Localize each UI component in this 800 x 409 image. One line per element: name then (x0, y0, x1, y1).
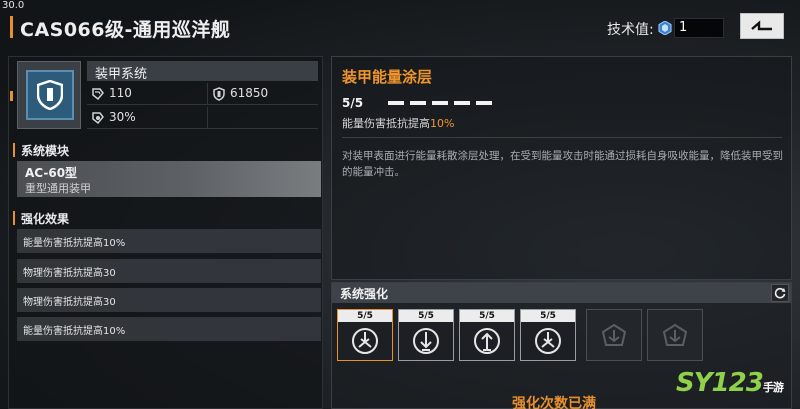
section-accent (13, 211, 15, 225)
tech-crystal-icon (658, 21, 672, 35)
enhance-slot-6-locked[interactable] (647, 309, 703, 361)
locked-emblem-icon (601, 323, 627, 346)
slot-level: 5/5 (521, 310, 575, 322)
watermark-small-text: 手游 (762, 381, 784, 394)
upgrade-effect: 能量伤害抵抗提高10% (342, 115, 454, 131)
enhance-header: 系统强化 (332, 283, 791, 303)
tech-value-field: 1 (674, 18, 724, 38)
level-pip (454, 101, 470, 105)
level-pip (476, 101, 492, 105)
system-icon-frame[interactable] (17, 61, 81, 129)
tech-value-label: 技术值: (607, 22, 654, 38)
back-button[interactable] (740, 13, 784, 39)
slot-level: 5/5 (399, 310, 453, 322)
effect-item: 能量伤害抵抗提高10% (17, 317, 321, 341)
section-accent (13, 143, 15, 157)
effect-item: 物理伤害抵抗提高30 (17, 288, 321, 312)
divider (342, 137, 782, 138)
level-pip (388, 101, 404, 105)
module-section-title: 系统模块 (21, 144, 70, 158)
enhance-maxed-text: 强化次数已满 (512, 396, 596, 409)
refresh-button[interactable] (771, 284, 789, 302)
enhance-slot-1[interactable]: 5/5 (337, 309, 393, 361)
locked-emblem-icon (662, 323, 688, 346)
enhance-slot-2[interactable]: 5/5 (398, 309, 454, 361)
upgrade-detail-panel: 装甲能量涂层 5/5 能量伤害抵抗提高10% 对装甲表面进行能量耗散涂层处理，在… (331, 56, 792, 280)
stat-row-1: 110 61850 (87, 83, 318, 106)
energy-burst-icon (352, 328, 378, 354)
energy-burst-icon (535, 328, 561, 354)
effect-item: 物理伤害抵抗提高30 (17, 259, 321, 283)
upgrade-effect-value: 10% (430, 117, 455, 130)
effects-section-title: 强化效果 (21, 212, 70, 226)
stat-armor-value: 110 (109, 86, 132, 100)
header: CAS066级-通用巡洋舰 技术值: 1 (0, 10, 800, 46)
module-name: AC-60型 (25, 166, 78, 180)
armor-stat-icon (92, 88, 104, 101)
enhance-slot-4[interactable]: 5/5 (520, 309, 576, 361)
slot-level: 5/5 (460, 310, 514, 322)
stat-resist-value: 30% (109, 110, 136, 124)
effect-text: 物理伤害抵抗提高30 (23, 297, 116, 308)
effect-text: 物理伤害抵抗提高30 (23, 268, 116, 279)
armor-system-icon (26, 70, 74, 120)
watermark-text: SY123 (676, 368, 764, 398)
upgrade-level: 5/5 (342, 96, 364, 110)
effect-text: 能量伤害抵抗提高10% (23, 326, 126, 337)
module-subtitle: 重型通用装甲 (25, 182, 91, 195)
effect-text: 能量伤害抵抗提高10% (23, 238, 126, 249)
stat-row-2: 30% (87, 107, 318, 130)
system-info-panel: 装甲系统 110 61850 30% 系统模块 AC-60型 重型通用装甲 强化… (8, 56, 323, 409)
module-card[interactable]: AC-60型 重型通用装甲 (17, 161, 321, 197)
effects-section-header: 强化效果 (13, 209, 319, 227)
enhance-slot-3[interactable]: 5/5 (459, 309, 515, 361)
upgrade-title: 装甲能量涂层 (342, 68, 433, 86)
system-name: 装甲系统 (95, 67, 148, 82)
system-name-row: 装甲系统 (87, 61, 318, 82)
level-pip (410, 101, 426, 105)
enhance-title: 系统强化 (340, 287, 389, 301)
stat-shield: 61850 (208, 83, 318, 105)
level-pip (432, 101, 448, 105)
upgrade-description: 对装甲表面进行能量耗散涂层处理，在受到能量攻击时能通过损耗自身吸收能量，降低装甲… (342, 150, 783, 178)
refresh-icon (774, 287, 786, 299)
stat-shield-value: 61850 (230, 86, 269, 100)
arrow-down-icon (413, 328, 439, 354)
stat-armor: 110 (87, 83, 207, 105)
shield-stat-icon (213, 87, 225, 101)
title-accent-bar (10, 16, 13, 38)
stat-resist: 30% (87, 107, 207, 129)
selected-indicator (10, 91, 13, 101)
enhance-slot-5-locked[interactable] (586, 309, 642, 361)
stat-empty (208, 107, 318, 129)
resist-stat-icon (92, 112, 104, 125)
slot-level: 5/5 (338, 310, 392, 322)
upgrade-effect-prefix: 能量伤害抵抗提高 (342, 117, 430, 130)
arrow-up-icon (474, 328, 500, 354)
effect-item: 能量伤害抵抗提高10% (17, 229, 321, 253)
page-title: CAS066级-通用巡洋舰 (20, 19, 231, 41)
back-arrow-icon (751, 20, 772, 31)
site-watermark-logo: SY123手游 (676, 368, 784, 398)
module-section-header: 系统模块 (13, 141, 319, 159)
